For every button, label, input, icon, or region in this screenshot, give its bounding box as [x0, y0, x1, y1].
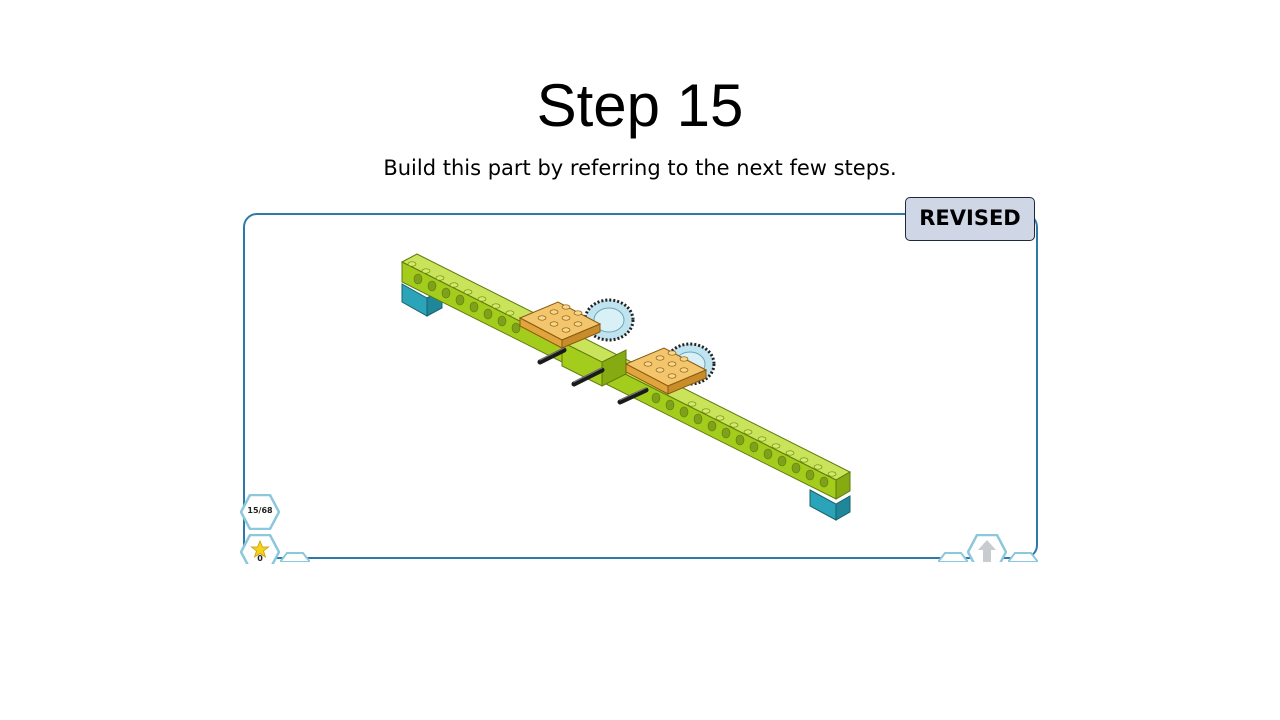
hex-button-partial[interactable] — [938, 552, 968, 562]
hex-button-partial[interactable] — [280, 552, 310, 562]
step-title: Step 15 — [536, 72, 744, 139]
revised-badge: REVISED — [905, 197, 1035, 241]
instruction-viewer-frame — [243, 213, 1038, 559]
step-instruction: Build this part by referring to the next… — [383, 156, 897, 180]
star-count: 0 — [257, 554, 263, 563]
up-arrow-icon[interactable] — [967, 534, 1007, 562]
lego-model-illustration — [400, 253, 852, 521]
hex-button-partial[interactable] — [1008, 552, 1038, 562]
step-counter: 15/68 — [247, 506, 273, 515]
